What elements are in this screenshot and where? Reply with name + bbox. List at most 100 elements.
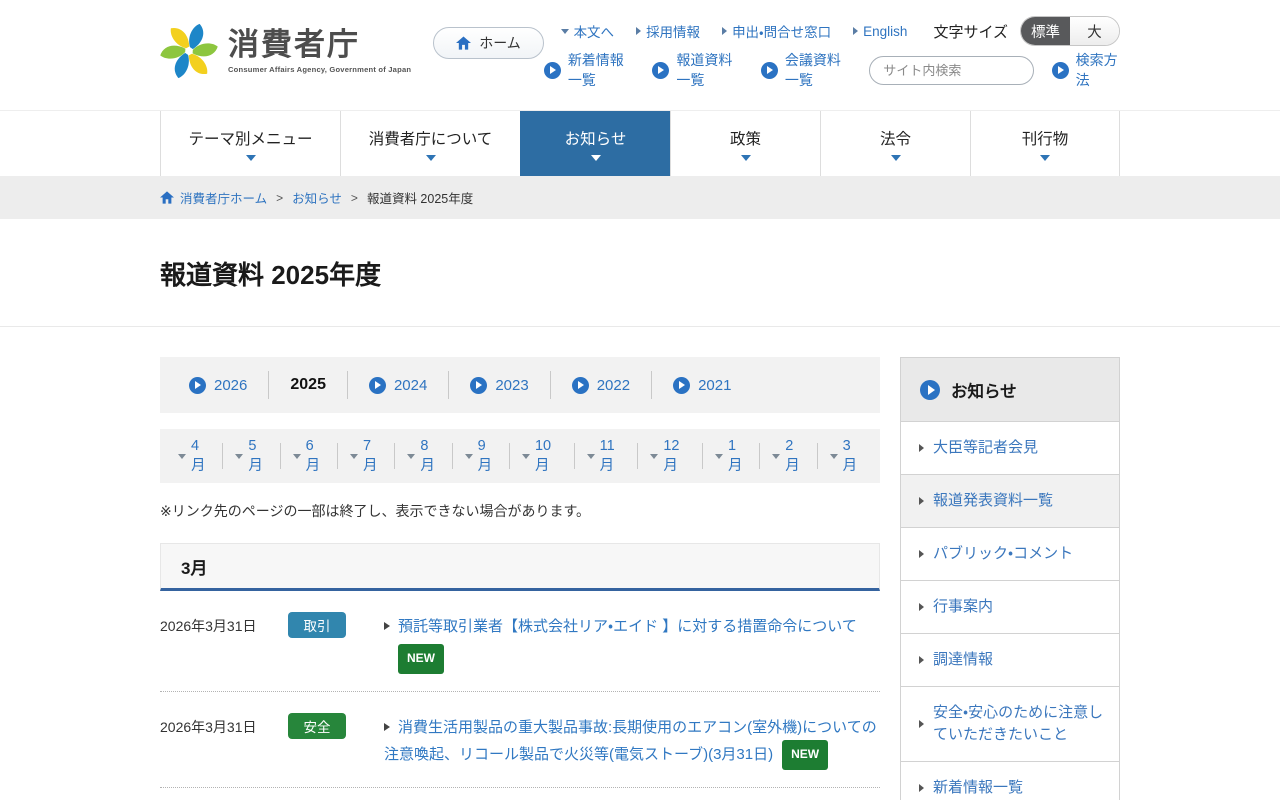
caret-right-icon	[636, 27, 641, 35]
utility-link[interactable]: 採用情報	[636, 21, 700, 41]
sidebar-title: お知らせ	[951, 378, 1017, 402]
caret-down-icon	[891, 155, 901, 161]
home-button[interactable]: ホーム	[433, 27, 544, 59]
month-link-label: 2月	[785, 438, 804, 475]
month-link[interactable]: 1月	[703, 443, 760, 469]
caret-down-icon	[293, 454, 301, 459]
caret-down-icon	[350, 454, 358, 459]
breadcrumb-link[interactable]: 消費者庁ホーム	[160, 188, 267, 207]
agency-name-en: Consumer Affairs Agency, Government of J…	[228, 65, 411, 74]
month-link[interactable]: 8月	[395, 443, 452, 469]
utility-link[interactable]: 本文へ	[561, 21, 615, 41]
quick-link[interactable]: 報道資料一覧	[652, 50, 743, 90]
category-badge: 安全	[288, 713, 346, 739]
year-tab[interactable]: 2022	[551, 371, 652, 399]
caret-down-icon	[426, 155, 436, 161]
year-tab-label: 2023	[495, 377, 528, 394]
sidebar-item[interactable]: 調達情報	[901, 634, 1119, 687]
nav-item[interactable]: 消費者庁について	[340, 111, 520, 176]
sidebar-item-label: パブリック・コメント	[933, 543, 1073, 565]
sidebar-item[interactable]: 新着情報一覧	[901, 762, 1119, 800]
press-release-link[interactable]: 預託等取引業者【株式会社リア・エイド 】に対する措置命令について	[398, 618, 857, 635]
breadcrumb-link[interactable]: お知らせ	[292, 188, 342, 207]
quick-link-label: 会議資料一覧	[785, 50, 852, 90]
breadcrumb-band: 消費者庁ホーム>お知らせ>報道資料 2025年度	[0, 176, 1280, 219]
breadcrumb: 消費者庁ホーム>お知らせ>報道資料 2025年度	[160, 176, 1120, 219]
circle-arrow-icon	[1052, 62, 1069, 79]
month-link-label: 3月	[843, 438, 862, 475]
caret-down-icon	[407, 454, 415, 459]
font-size-label: 文字サイズ	[933, 21, 1008, 42]
month-link[interactable]: 6月	[281, 443, 338, 469]
sidebar-item[interactable]: 大臣等記者会見	[901, 422, 1119, 475]
title-band: 報道資料 2025年度	[0, 219, 1280, 327]
caret-down-icon	[830, 454, 838, 459]
press-release-body: 消費生活用製品の重大製品事故:長期使用のエアコン(室外機)についての注意喚起、リ…	[384, 713, 880, 770]
year-tabs: 2026 2025 2024 2023 20222021	[160, 357, 880, 413]
year-tab-label: 2026	[214, 377, 247, 394]
month-link[interactable]: 10月	[510, 443, 575, 469]
month-link[interactable]: 11月	[575, 443, 639, 469]
arrow-right-icon	[384, 622, 390, 630]
font-size-option[interactable]: 大	[1070, 17, 1119, 45]
month-links: 4月5月6月7月8月9月10月11月12月1月2月3月	[160, 429, 880, 483]
arrow-right-icon	[384, 723, 390, 731]
nav-item-label: 政策	[730, 127, 761, 149]
month-link[interactable]: 4月	[166, 443, 223, 469]
month-link[interactable]: 2月	[760, 443, 817, 469]
utility-link[interactable]: English	[853, 21, 907, 41]
year-tab[interactable]: 2021	[652, 371, 752, 399]
press-release-row: 2026年3月31日安全消費生活用製品の重大製品事故:長期使用のエアコン(室外機…	[160, 692, 880, 788]
utility-nav: 本文へ 採用情報 申出・問合せ窓口 English	[561, 21, 908, 41]
month-link[interactable]: 7月	[338, 443, 395, 469]
caret-right-icon	[722, 27, 727, 35]
month-link[interactable]: 12月	[638, 443, 703, 469]
nav-item[interactable]: 政策	[670, 111, 820, 176]
utility-link-label: 本文へ	[574, 21, 615, 41]
search-help-link[interactable]: 検索方法	[1052, 50, 1120, 90]
caret-down-icon	[587, 454, 595, 459]
nav-item[interactable]: テーマ別メニュー	[160, 111, 340, 176]
quick-link[interactable]: 会議資料一覧	[761, 50, 852, 90]
home-button-label: ホーム	[479, 33, 521, 53]
month-link[interactable]: 3月	[818, 443, 874, 469]
utility-link-label: 採用情報	[646, 21, 700, 41]
font-size-option[interactable]: 標準	[1021, 17, 1070, 45]
nav-item[interactable]: 法令	[820, 111, 970, 176]
site-search: 検索	[869, 56, 1033, 85]
month-link[interactable]: 5月	[223, 443, 280, 469]
quick-link-label: 報道資料一覧	[676, 50, 743, 90]
sidebar-item[interactable]: 報道発表資料一覧	[901, 475, 1119, 528]
year-tab[interactable]: 2026	[168, 371, 269, 399]
quick-links-nav: 新着情報一覧 報道資料一覧 会議資料一覧	[544, 50, 852, 90]
nav-item-label: お知らせ	[565, 127, 627, 149]
month-link-label: 7月	[363, 438, 382, 475]
year-tab[interactable]: 2024	[348, 371, 449, 399]
month-link-label: 1月	[728, 438, 747, 475]
nav-item[interactable]: お知らせ	[520, 111, 670, 176]
year-tab[interactable]: 2023	[449, 371, 550, 399]
breadcrumb-separator: >	[351, 191, 358, 205]
caret-down-icon	[465, 454, 473, 459]
utility-links: 本文へ 採用情報 申出・問合せ窓口 English 文字サイズ 標準大	[561, 16, 1120, 46]
month-link[interactable]: 9月	[453, 443, 510, 469]
month-link-label: 11月	[600, 438, 626, 475]
home-icon	[160, 191, 174, 204]
quick-link[interactable]: 新着情報一覧	[544, 50, 635, 90]
utility-link[interactable]: 申出・問合せ窓口	[722, 21, 831, 41]
circle-arrow-icon	[920, 380, 940, 400]
month-link-label: 5月	[248, 438, 267, 475]
agency-logo[interactable]: 消費者庁 Consumer Affairs Agency, Government…	[160, 22, 411, 80]
sidebar-item-label: 大臣等記者会見	[933, 437, 1038, 459]
year-tab: 2025	[269, 371, 348, 399]
circle-arrow-icon	[761, 62, 778, 79]
sidebar-item[interactable]: パブリック・コメント	[901, 528, 1119, 581]
year-tab-label: 2024	[394, 377, 427, 394]
nav-item[interactable]: 刊行物	[970, 111, 1120, 176]
caret-right-icon	[919, 720, 924, 728]
sidebar-item[interactable]: 安全・安心のために注意していただきたいこと	[901, 687, 1119, 762]
disclaimer-note: ※リンク先のページの一部は終了し、表示できない場合があります。	[160, 501, 880, 521]
sidebar: お知らせ 大臣等記者会見報道発表資料一覧パブリック・コメント行事案内調達情報安全…	[900, 357, 1120, 800]
site-search-input[interactable]	[870, 57, 1033, 84]
sidebar-item[interactable]: 行事案内	[901, 581, 1119, 634]
